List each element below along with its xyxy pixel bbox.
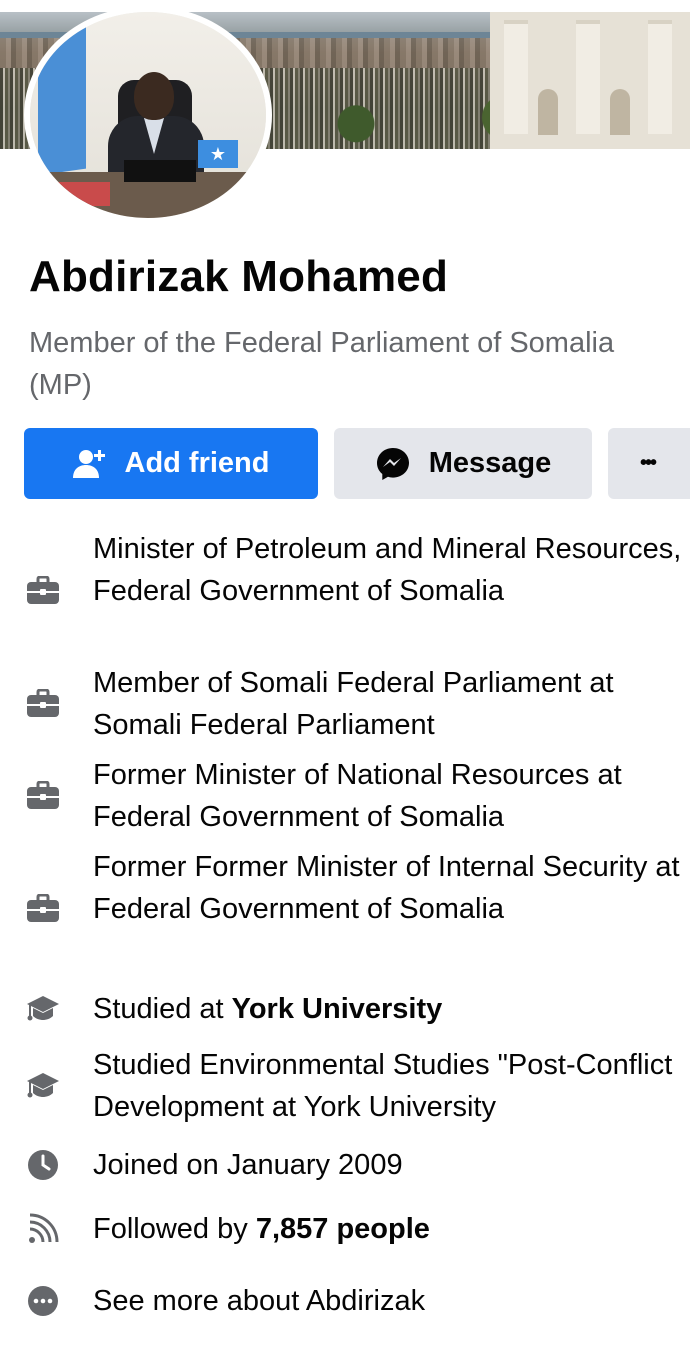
top-status-gap bbox=[0, 0, 690, 12]
school-link[interactable]: York University bbox=[232, 993, 443, 1025]
message-label: Message bbox=[428, 447, 552, 479]
followers-count[interactable]: 7,857 people bbox=[256, 1213, 430, 1245]
graduation-cap-icon bbox=[26, 992, 60, 1026]
cover-tower bbox=[504, 20, 528, 134]
cover-arch bbox=[538, 89, 558, 135]
head-shape bbox=[134, 72, 174, 120]
detail-prefix: Followed by bbox=[93, 1213, 256, 1245]
laptop-shape bbox=[124, 160, 196, 182]
briefcase-icon bbox=[26, 574, 60, 608]
detail-text: Member of Somali Federal Parliament at S… bbox=[93, 667, 614, 741]
cover-arch bbox=[610, 89, 630, 135]
briefcase-icon bbox=[26, 892, 60, 926]
add-friend-label: Add friend bbox=[124, 447, 270, 479]
briefcase-icon bbox=[26, 779, 60, 813]
cover-building bbox=[490, 12, 690, 149]
profile-picture[interactable]: ★ bbox=[30, 12, 266, 218]
profile-bio: Member of the Federal Parliament of Soma… bbox=[29, 327, 615, 401]
desk-flag-icon: ★ bbox=[198, 140, 238, 168]
detail-text: Former Minister of National Resources at… bbox=[93, 759, 622, 833]
detail-prefix: Studied at bbox=[93, 993, 232, 1025]
cover-tower bbox=[648, 20, 672, 134]
detail-text: Studied Environmental Studies "Post-Conf… bbox=[93, 1049, 673, 1123]
message-button[interactable]: Message bbox=[334, 428, 592, 499]
add-friend-button[interactable]: Add friend bbox=[24, 428, 318, 499]
cover-tower bbox=[576, 20, 600, 134]
detail-text: Minister of Petroleum and Mineral Resour… bbox=[93, 533, 682, 607]
more-options-button[interactable]: ••• bbox=[608, 428, 690, 499]
add-friend-icon bbox=[72, 447, 107, 481]
flag-icon bbox=[38, 18, 86, 176]
detail-text: Joined on January 2009 bbox=[93, 1149, 403, 1181]
briefcase-icon bbox=[26, 687, 60, 721]
profile-picture-frame[interactable]: ★ bbox=[24, 6, 272, 224]
see-more-label[interactable]: See more about Abdirizak bbox=[93, 1280, 685, 1322]
more-options-icon: ••• bbox=[640, 452, 657, 474]
rss-feed-icon bbox=[26, 1212, 60, 1246]
graduation-cap-icon bbox=[26, 1069, 60, 1103]
profile-name: Abdirizak Mohamed bbox=[29, 252, 449, 301]
detail-text: Former Former Minister of Internal Secur… bbox=[93, 851, 680, 925]
messenger-icon bbox=[375, 446, 411, 482]
papers-shape bbox=[50, 182, 110, 206]
clock-icon bbox=[26, 1148, 60, 1182]
detail-text: Followed by 7,857 people bbox=[93, 1208, 685, 1250]
detail-text: Studied at York University bbox=[93, 988, 685, 1030]
more-dots-icon bbox=[26, 1284, 60, 1318]
